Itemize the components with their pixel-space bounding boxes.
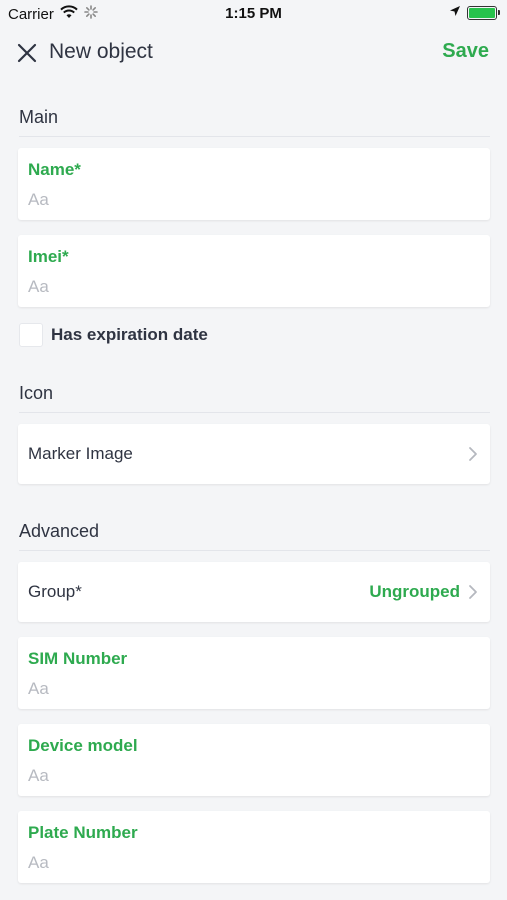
expiration-row: Has expiration date bbox=[19, 322, 208, 348]
group-label: Group* bbox=[28, 582, 82, 601]
group-row[interactable]: Group* Ungrouped bbox=[18, 562, 490, 622]
location-arrow-icon bbox=[449, 4, 461, 21]
chevron-right-icon bbox=[469, 447, 477, 461]
name-input[interactable] bbox=[28, 188, 468, 212]
status-bar: Carrier 1:15 PM bbox=[0, 0, 507, 28]
nav-bar: New object Save bbox=[0, 28, 507, 78]
name-field-card: Name* bbox=[18, 148, 490, 220]
device-model-field-card: Device model bbox=[18, 724, 490, 796]
plate-input[interactable] bbox=[28, 851, 468, 875]
sim-input[interactable] bbox=[28, 677, 468, 701]
battery-icon bbox=[467, 5, 500, 20]
section-header-icon: Icon bbox=[19, 383, 490, 413]
close-button[interactable] bbox=[14, 40, 40, 66]
marker-image-label: Marker Image bbox=[28, 444, 133, 463]
name-field-label: Name* bbox=[28, 160, 81, 179]
chevron-right-icon bbox=[469, 585, 477, 599]
section-header-main: Main bbox=[19, 107, 490, 137]
close-icon bbox=[17, 43, 37, 63]
status-right bbox=[449, 4, 500, 21]
expiration-label: Has expiration date bbox=[51, 325, 208, 344]
device-model-field-label: Device model bbox=[28, 736, 138, 755]
save-button[interactable]: Save bbox=[442, 40, 489, 63]
expiration-checkbox[interactable] bbox=[19, 323, 43, 347]
section-header-advanced: Advanced bbox=[19, 521, 490, 551]
marker-image-row[interactable]: Marker Image bbox=[18, 424, 490, 484]
plate-field-label: Plate Number bbox=[28, 823, 138, 842]
imei-field-label: Imei* bbox=[28, 247, 69, 266]
device-model-input[interactable] bbox=[28, 764, 468, 788]
status-time: 1:15 PM bbox=[225, 5, 282, 22]
group-value: Ungrouped bbox=[369, 582, 460, 601]
imei-input[interactable] bbox=[28, 275, 468, 299]
page-title: New object bbox=[49, 40, 153, 63]
imei-field-card: Imei* bbox=[18, 235, 490, 307]
plate-field-card: Plate Number bbox=[18, 811, 490, 883]
sim-field-card: SIM Number bbox=[18, 637, 490, 709]
sim-field-label: SIM Number bbox=[28, 649, 128, 668]
